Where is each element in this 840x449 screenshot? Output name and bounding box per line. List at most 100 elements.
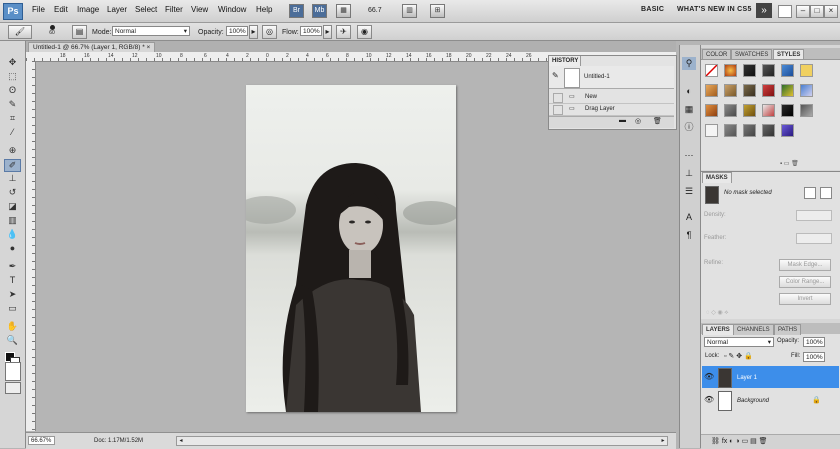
style-swatch[interactable] — [800, 84, 813, 97]
marquee-tool-icon[interactable]: ⬚ — [5, 71, 20, 82]
tab-masks[interactable]: MASKS — [702, 172, 732, 183]
style-swatch[interactable] — [762, 104, 775, 117]
menu-layer[interactable]: Layer — [107, 4, 127, 16]
swatches-panel-icon[interactable]: ▦ — [682, 103, 696, 116]
history-tab[interactable]: HISTORY — [549, 56, 581, 66]
style-swatch[interactable] — [724, 64, 737, 77]
brush-size-picker[interactable]: 60 — [45, 24, 59, 38]
brush-panel-dock-icon[interactable]: ⋯ — [682, 149, 696, 162]
zoom-level[interactable]: 66.7 — [368, 5, 396, 16]
blur-tool-icon[interactable]: 💧 — [5, 229, 20, 240]
color-panel-icon[interactable]: ◐ — [682, 85, 696, 98]
style-swatch[interactable] — [781, 104, 794, 117]
move-tool-icon[interactable]: ✥ — [5, 57, 20, 68]
history-panel-icon[interactable]: ⚲ — [682, 57, 696, 70]
add-vector-mask-icon[interactable] — [820, 187, 832, 199]
style-swatch[interactable] — [724, 104, 737, 117]
minimize-icon[interactable]: – — [796, 5, 810, 18]
create-snapshot-icon[interactable]: ◎ — [635, 117, 641, 125]
maximize-icon[interactable]: □ — [810, 5, 824, 18]
layer-opacity-field[interactable]: 100% — [803, 337, 825, 347]
new-document-from-state-icon[interactable]: ▬ — [619, 117, 626, 124]
flow-dropdown-icon[interactable]: ▸ — [323, 25, 332, 39]
eyedropper-tool-icon[interactable]: ⁄ — [5, 127, 20, 138]
clone-stamp-tool-icon[interactable]: ⊥ — [5, 173, 20, 184]
scroll-right-icon[interactable]: ▸ — [659, 437, 667, 445]
menu-view[interactable]: View — [191, 4, 208, 16]
tab-paths[interactable]: PATHS — [774, 324, 802, 335]
brush-tool-icon[interactable]: ✐ — [4, 159, 21, 172]
brush-panel-icon[interactable]: ▤ — [72, 25, 87, 39]
shape-tool-icon[interactable]: ▭ — [5, 303, 20, 314]
menu-window[interactable]: Window — [218, 4, 246, 16]
eye-icon[interactable]: 👁 — [704, 372, 714, 381]
history-brush-tool-icon[interactable]: ↺ — [5, 187, 20, 198]
mode-select[interactable]: Normal ▾ — [112, 26, 190, 36]
zoom-tool-icon[interactable]: 🔍 — [5, 335, 20, 346]
lock-icons[interactable]: ▫ ✎ ✥ 🔒 — [724, 352, 753, 360]
screen-mode-tool-icon[interactable] — [5, 382, 21, 394]
styles-footer-icons[interactable]: ▪ ▭ 🗑 — [780, 160, 799, 167]
actions-panel-icon[interactable]: ☰ — [682, 185, 696, 198]
history-checkbox[interactable] — [553, 105, 563, 115]
tab-layers[interactable]: LAYERS — [702, 324, 734, 335]
gradient-tool-icon[interactable]: ▥ — [5, 215, 20, 226]
arrange-documents-icon[interactable]: ▥ — [402, 4, 417, 18]
add-pixel-mask-icon[interactable] — [804, 187, 816, 199]
style-swatch[interactable] — [705, 84, 718, 97]
workspace-basic[interactable]: BASIC — [641, 6, 664, 13]
menu-file[interactable]: File — [32, 4, 45, 16]
style-swatch[interactable] — [724, 124, 737, 137]
path-selection-tool-icon[interactable]: ➤ — [5, 289, 20, 300]
lasso-tool-icon[interactable]: ʘ — [5, 85, 20, 96]
menu-filter[interactable]: Filter — [165, 4, 183, 16]
opacity-field[interactable]: 100% — [226, 26, 248, 36]
history-state-drag-layer[interactable]: ▭ Drag Layer — [549, 104, 674, 116]
style-swatch[interactable] — [781, 84, 794, 97]
history-state-new[interactable]: ▭ New — [549, 92, 674, 104]
more-workspaces-button[interactable]: » — [756, 3, 772, 18]
quick-selection-tool-icon[interactable]: ✎ — [5, 99, 20, 110]
paragraph-panel-icon[interactable]: ¶ — [682, 229, 696, 242]
clone-source-icon[interactable]: ⊥ — [682, 167, 696, 180]
dodge-tool-icon[interactable]: ● — [5, 243, 20, 254]
style-swatch[interactable] — [781, 64, 794, 77]
style-swatch-none[interactable] — [705, 64, 718, 77]
tablet-pressure-size-icon[interactable]: ◉ — [357, 25, 372, 39]
style-swatch[interactable] — [705, 104, 718, 117]
airbrush-icon[interactable]: ✈ — [336, 25, 351, 39]
menu-help[interactable]: Help — [256, 4, 272, 16]
style-swatch[interactable] — [762, 84, 775, 97]
delete-state-icon[interactable]: 🗑 — [653, 117, 662, 125]
brush-preset-icon[interactable]: 🖌 — [8, 25, 32, 39]
type-tool-icon[interactable]: T — [5, 275, 20, 286]
search-icon[interactable] — [778, 5, 792, 18]
style-swatch[interactable] — [724, 84, 737, 97]
style-swatch[interactable] — [800, 64, 813, 77]
quick-mask-icon[interactable] — [5, 362, 21, 381]
style-swatch[interactable] — [743, 124, 756, 137]
tablet-pressure-opacity-icon[interactable]: ◎ — [262, 25, 277, 39]
screen-mode-icon[interactable]: ⊞ — [430, 4, 445, 18]
eraser-tool-icon[interactable]: ◪ — [5, 201, 20, 212]
menu-edit[interactable]: Edit — [54, 4, 68, 16]
history-brush-source-icon[interactable]: ✎ — [552, 71, 559, 80]
view-extras-icon[interactable]: ▦ — [336, 4, 351, 18]
style-swatch[interactable] — [743, 104, 756, 117]
close-icon[interactable]: × — [824, 5, 838, 18]
style-swatch[interactable] — [762, 124, 775, 137]
tab-channels[interactable]: CHANNELS — [733, 324, 774, 335]
workspace-whats-new[interactable]: WHAT'S NEW IN CS5 — [677, 6, 752, 13]
scroll-left-icon[interactable]: ◂ — [177, 437, 185, 445]
status-zoom-field[interactable]: 66.67% — [28, 436, 55, 445]
layers-footer-icons[interactable]: ⛓ fx ◐ ◑ ▭ ▤ 🗑 — [711, 437, 768, 445]
pen-tool-icon[interactable]: ✒ — [5, 261, 20, 272]
info-panel-icon[interactable]: ⓘ — [682, 121, 696, 134]
style-swatch[interactable] — [743, 84, 756, 97]
style-swatch[interactable] — [743, 64, 756, 77]
fill-field[interactable]: 100% — [803, 352, 825, 362]
hand-tool-icon[interactable]: ✋ — [5, 321, 20, 332]
style-swatch[interactable] — [781, 124, 794, 137]
opacity-dropdown-icon[interactable]: ▸ — [249, 25, 258, 39]
blend-mode-select[interactable]: Normal ▾ — [704, 337, 774, 347]
